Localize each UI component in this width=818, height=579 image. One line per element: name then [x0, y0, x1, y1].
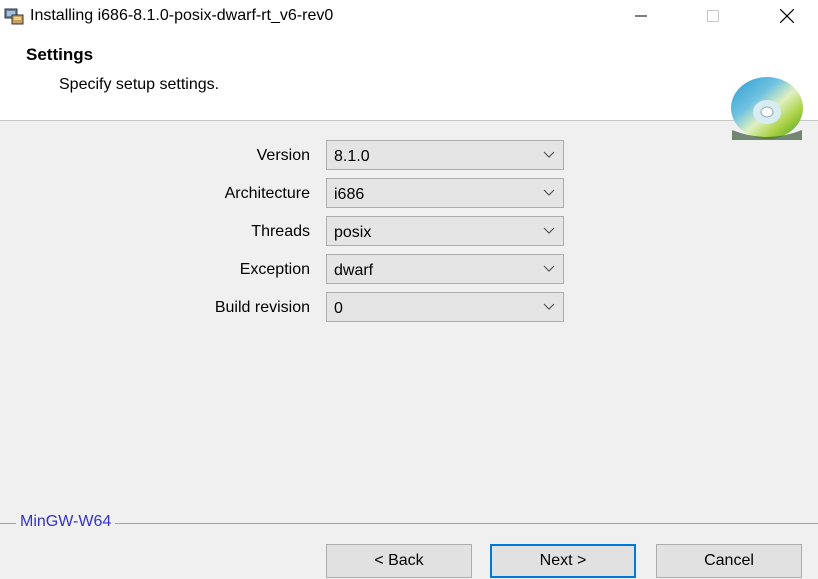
build-revision-value: 0 [334, 300, 343, 317]
chevron-down-icon [543, 151, 555, 158]
page-subtitle: Specify setup settings. [59, 76, 220, 93]
build-revision-row: Build revision 0 [0, 292, 818, 324]
architecture-select[interactable]: i686 [326, 178, 564, 208]
threads-value: posix [334, 224, 372, 241]
build-revision-label: Build revision [214, 299, 310, 316]
architecture-value: i686 [334, 186, 365, 203]
window-title: Installing i686-8.1.0-posix-dwarf-rt_v6-… [30, 7, 334, 24]
cd-disc-icon [731, 77, 803, 140]
version-row: Version 8.1.0 [0, 140, 818, 172]
back-button[interactable]: < Back [326, 544, 472, 578]
cancel-button[interactable]: Cancel [656, 544, 802, 578]
exception-label: Exception [239, 261, 310, 278]
group-label: MinGW-W64 [16, 513, 116, 531]
chevron-down-icon [543, 303, 555, 310]
next-button[interactable]: Next > [490, 544, 636, 578]
architecture-row: Architecture i686 [0, 178, 818, 210]
architecture-label: Architecture [224, 185, 310, 202]
chevron-down-icon [543, 227, 555, 234]
close-button[interactable] [764, 0, 810, 32]
minimize-icon [635, 15, 647, 17]
version-label: Version [256, 147, 310, 164]
exception-value: dwarf [334, 262, 374, 279]
build-revision-select[interactable]: 0 [326, 292, 564, 322]
wizard-header: Settings Specify setup settings. [0, 32, 818, 140]
installer-app-icon [4, 8, 24, 25]
title-bar: Installing i686-8.1.0-posix-dwarf-rt_v6-… [0, 0, 818, 32]
maximize-icon [707, 10, 719, 22]
chevron-down-icon [543, 189, 555, 196]
version-value: 8.1.0 [334, 148, 370, 165]
exception-select[interactable]: dwarf [326, 254, 564, 284]
threads-select[interactable]: posix [326, 216, 564, 246]
maximize-button[interactable] [690, 0, 736, 32]
version-select[interactable]: 8.1.0 [326, 140, 564, 170]
threads-row: Threads posix [0, 216, 818, 248]
group-divider [0, 523, 818, 524]
threads-label: Threads [251, 223, 310, 240]
close-icon [780, 9, 794, 23]
exception-row: Exception dwarf [0, 254, 818, 286]
page-title: Settings [26, 45, 94, 64]
minimize-button[interactable] [618, 0, 664, 32]
chevron-down-icon [543, 265, 555, 272]
